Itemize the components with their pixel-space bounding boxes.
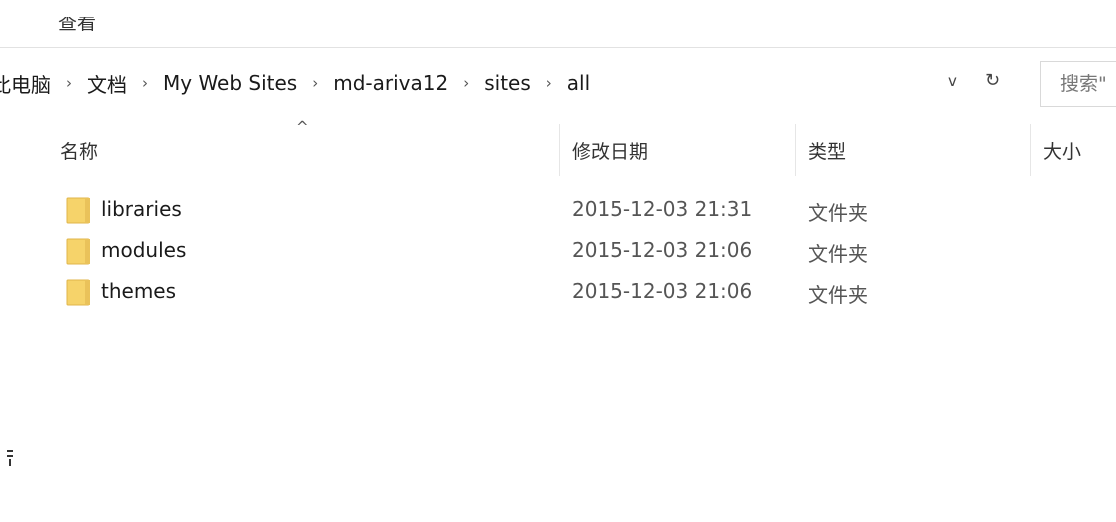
breadcrumb-sites[interactable]: sites (484, 71, 531, 95)
column-header-name[interactable]: 名称 (60, 124, 98, 176)
file-modified: 2015-12-03 21:06 (572, 238, 753, 262)
breadcrumb-separator[interactable]: › (312, 74, 318, 92)
ribbon-divider (0, 47, 1116, 48)
file-modified: 2015-12-03 21:31 (572, 197, 753, 221)
column-header-type[interactable]: 类型 (808, 124, 846, 176)
file-row-themes[interactable]: themes 2015-12-03 21:06 文件夹 (40, 272, 920, 312)
folder-icon (66, 279, 90, 306)
breadcrumb-documents[interactable]: 文档 (87, 69, 127, 98)
file-name: themes (101, 279, 177, 303)
breadcrumb-separator[interactable]: › (463, 74, 469, 92)
breadcrumb-separator[interactable]: › (142, 74, 148, 92)
file-name: libraries (101, 197, 182, 221)
search-input[interactable] (1058, 72, 1116, 96)
nav-pane-fragment (7, 450, 13, 466)
breadcrumb-all[interactable]: all (567, 71, 590, 95)
column-divider[interactable] (795, 124, 796, 176)
refresh-icon[interactable]: ↻ (985, 70, 1000, 91)
search-box[interactable] (1040, 61, 1116, 107)
file-row-modules[interactable]: modules 2015-12-03 21:06 文件夹 (40, 231, 920, 271)
file-row-libraries[interactable]: libraries 2015-12-03 21:31 文件夹 (40, 190, 920, 230)
breadcrumb-md-ariva12[interactable]: md-ariva12 (333, 71, 448, 95)
column-divider[interactable] (559, 124, 560, 176)
sort-ascending-icon: ^ (296, 118, 309, 136)
column-header-size[interactable]: 大小 (1043, 124, 1081, 176)
breadcrumb-this-pc[interactable]: 此电脑 (0, 69, 51, 98)
ribbon-tab-view[interactable]: 查看 (58, 17, 96, 35)
folder-icon (66, 197, 90, 224)
breadcrumb-my-web-sites[interactable]: My Web Sites (163, 71, 297, 95)
address-bar[interactable]: 此电脑 › 文档 › My Web Sites › md-ariva12 › s… (0, 59, 1018, 107)
file-type: 文件夹 (808, 242, 868, 266)
folder-icon (66, 238, 90, 265)
breadcrumb-separator[interactable]: › (66, 74, 72, 92)
file-name: modules (101, 238, 187, 262)
column-divider[interactable] (1030, 124, 1031, 176)
file-modified: 2015-12-03 21:06 (572, 279, 753, 303)
column-header-modified[interactable]: 修改日期 (572, 124, 648, 176)
file-type: 文件夹 (808, 201, 868, 225)
chevron-down-icon[interactable]: v (948, 72, 957, 90)
file-type: 文件夹 (808, 283, 868, 307)
breadcrumb-separator[interactable]: › (546, 74, 552, 92)
